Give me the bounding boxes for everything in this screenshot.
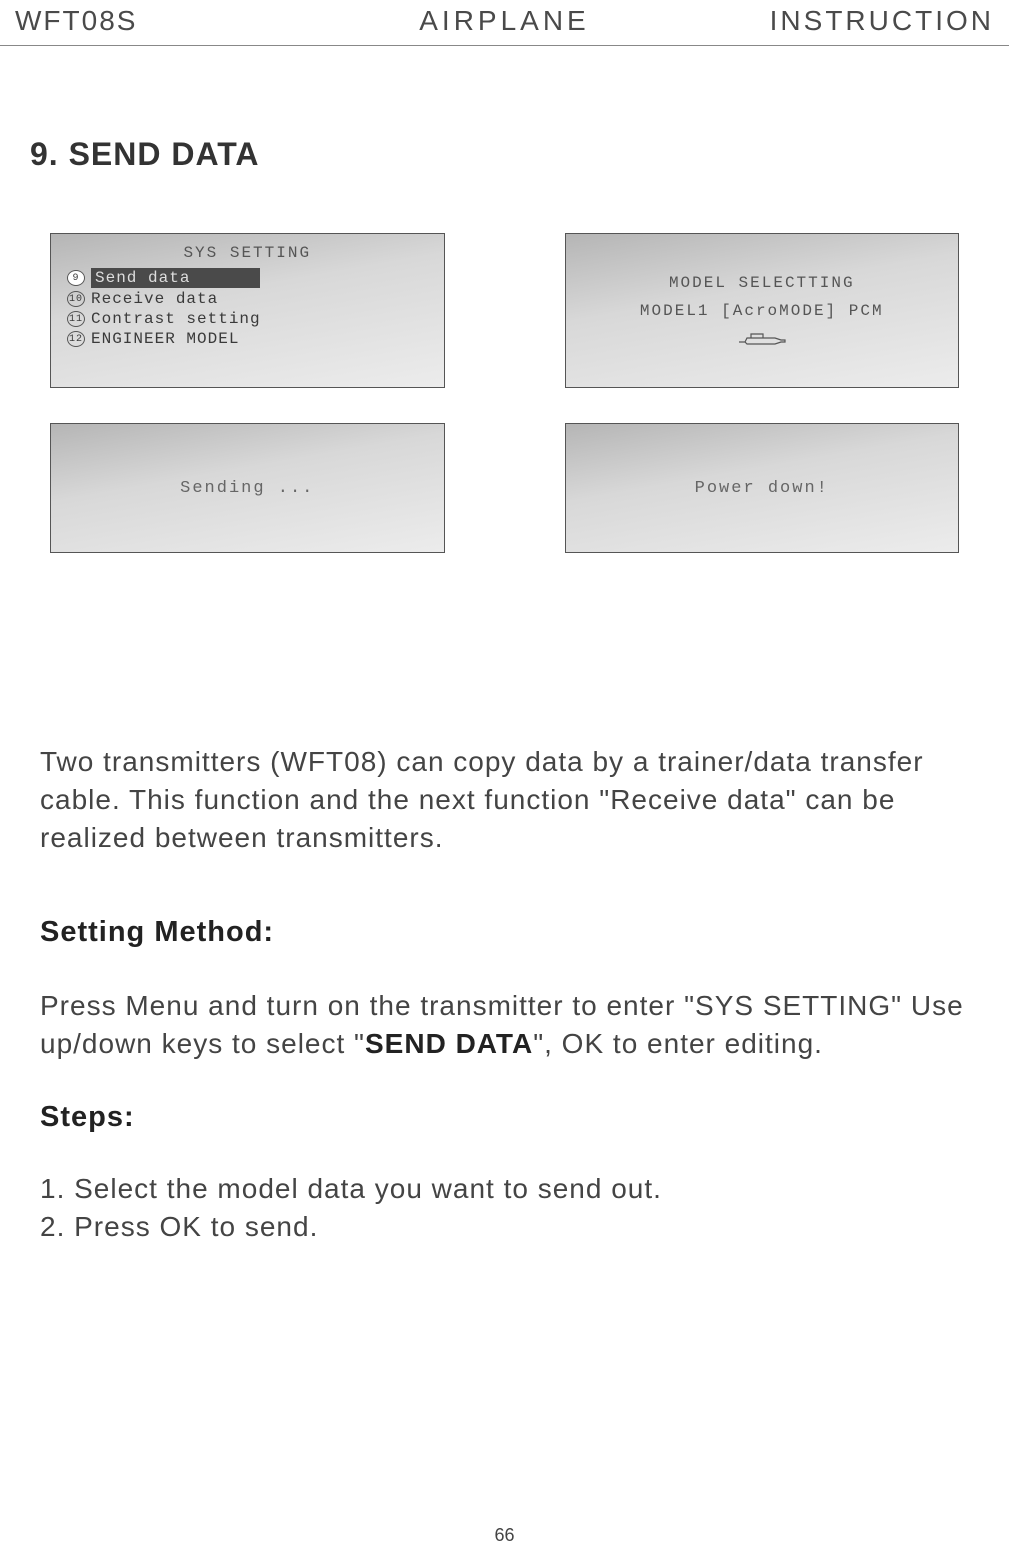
step-2: 2. Press OK to send. [40, 1208, 969, 1246]
menu-label: Send data [91, 268, 260, 288]
sending-message: Sending ... [67, 434, 428, 542]
setting-text-bold: SEND DATA [365, 1028, 533, 1059]
setting-method-text: Press Menu and turn on the transmitter t… [40, 987, 969, 1063]
page-number: 66 [0, 1525, 1009, 1546]
menu-num-icon: 9 [67, 270, 85, 286]
menu-label: Contrast setting [91, 310, 261, 328]
menu-num-icon: 11 [67, 311, 85, 327]
page-header: WFT08S AIRPLANE INSTRUCTION [0, 0, 1009, 46]
menu-item-engineer: 12 ENGINEER MODEL [67, 330, 428, 348]
steps-heading: Steps: [40, 1101, 969, 1134]
menu-num-icon: 10 [67, 291, 85, 307]
menu-label: Receive data [91, 290, 218, 308]
model-selecting-title: MODEL SELECTTING [669, 274, 855, 292]
intro-paragraph: Two transmitters (WFT08) can copy data b… [40, 743, 969, 856]
lcd-sys-setting: SYS SETTING 9 Send data 10 Receive data … [50, 233, 445, 388]
setting-text-post: ", OK to enter editing. [533, 1028, 823, 1059]
menu-item-send-data: 9 Send data [67, 268, 428, 288]
lcd-screens-grid: SYS SETTING 9 Send data 10 Receive data … [40, 233, 969, 553]
menu-num-icon: 12 [67, 331, 85, 347]
header-type: INSTRUCTION [668, 5, 994, 37]
menu-item-contrast: 11 Contrast setting [67, 310, 428, 328]
airplane-icon [737, 330, 787, 348]
lcd-power-down: Power down! [565, 423, 960, 553]
header-category: AIRPLANE [341, 5, 667, 37]
setting-method-heading: Setting Method: [40, 916, 969, 949]
menu-item-receive-data: 10 Receive data [67, 290, 428, 308]
steps-list: 1. Select the model data you want to sen… [40, 1170, 969, 1246]
step-1: 1. Select the model data you want to sen… [40, 1170, 969, 1208]
sys-setting-title: SYS SETTING [67, 244, 428, 262]
model-selecting-line: MODEL1 [AcroMODE] PCM [640, 302, 884, 320]
lcd-sending: Sending ... [50, 423, 445, 553]
power-down-message: Power down! [582, 434, 943, 542]
section-title: 9. SEND DATA [30, 136, 969, 173]
lcd-model-selecting: MODEL SELECTTING MODEL1 [AcroMODE] PCM [565, 233, 960, 388]
menu-label: ENGINEER MODEL [91, 330, 239, 348]
header-model: WFT08S [15, 5, 341, 37]
